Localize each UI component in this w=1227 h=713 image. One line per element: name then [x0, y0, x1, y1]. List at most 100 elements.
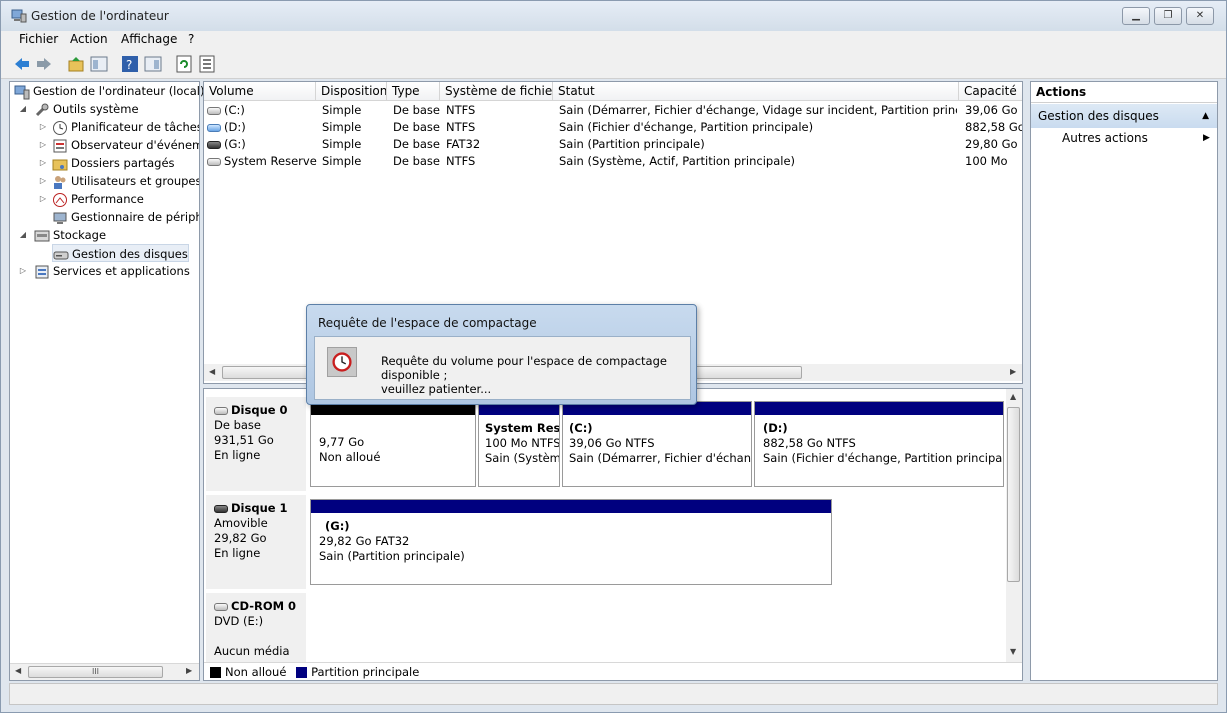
expand-triangle-icon[interactable]: ▷ [38, 158, 48, 168]
properties-icon[interactable] [198, 55, 216, 73]
menu-help[interactable]: ? [188, 32, 194, 46]
partition-system-reserved[interactable]: System Rese 100 Mo NTFS Sain (Systèm [478, 401, 560, 487]
cell-status: Sain (Fichier d'échange, Partition princ… [559, 120, 814, 134]
disk-map-scroll-thumb[interactable] [1007, 407, 1020, 582]
show-hide-action-pane-icon[interactable] [144, 55, 162, 73]
up-folder-icon[interactable] [67, 55, 85, 73]
tree-item-device-manager[interactable]: Gestionnaire de périphé [52, 208, 199, 226]
tree-scroll-thumb[interactable]: III [28, 666, 163, 678]
toolbar: ? [1, 49, 1226, 79]
tree-label: Performance [71, 192, 144, 206]
expand-triangle-icon[interactable]: ▷ [38, 122, 48, 132]
expand-triangle-icon[interactable]: ▷ [38, 194, 48, 204]
scroll-right-arrow-icon[interactable]: ▶ [1010, 367, 1016, 376]
tree-item-task-scheduler[interactable]: Planificateur de tâches [52, 118, 199, 136]
column-volume[interactable]: Volume [204, 82, 316, 101]
scroll-left-arrow-icon[interactable]: ◀ [15, 666, 21, 675]
minimize-button[interactable]: ▁ [1122, 7, 1150, 25]
scroll-down-arrow-icon[interactable]: ▼ [1010, 647, 1016, 656]
volume-name: (C:) [224, 103, 245, 117]
menu-fichier[interactable]: Fichier [19, 32, 58, 46]
scroll-up-arrow-icon[interactable]: ▲ [1010, 392, 1016, 401]
partition-status: Sain (Fichier d'échange, Partition princ… [763, 451, 1003, 465]
cdrom-0-label[interactable]: CD-ROM 0 DVD (E:) Aucun média [206, 593, 306, 662]
menu-action[interactable]: Action [70, 32, 108, 46]
services-icon [35, 265, 49, 278]
dialog-body: Requête du volume pour l'espace de compa… [314, 336, 691, 400]
tree-item-services-applications[interactable]: Services et applications [34, 262, 190, 280]
legend-label: Non alloué [225, 665, 287, 679]
column-filesystem[interactable]: Système de fichiers [440, 82, 553, 101]
section-label: Gestion des disques [1038, 109, 1159, 123]
expand-triangle-icon[interactable]: ▷ [18, 266, 28, 276]
column-type[interactable]: Type [387, 82, 440, 101]
removable-disk-icon [214, 504, 228, 513]
tree-item-event-viewer[interactable]: Observateur d'événeme [52, 136, 199, 154]
disk-1-label[interactable]: Disque 1 Amovible 29,82 Go En ligne [206, 495, 306, 589]
tree-label: Services et applications [53, 264, 190, 278]
tree-item-storage[interactable]: Stockage [34, 226, 106, 244]
cell-status: Sain (Système, Actif, Partition principa… [559, 154, 796, 168]
column-status[interactable]: Statut [553, 82, 959, 101]
partition-unallocated[interactable]: 9,77 Go Non alloué [310, 401, 476, 487]
help-icon[interactable]: ? [121, 55, 139, 73]
menu-affichage[interactable]: Affichage [121, 32, 177, 46]
cell-status: Sain (Démarrer, Fichier d'échange, Vidag… [559, 103, 957, 117]
forward-arrow-icon[interactable] [35, 55, 53, 73]
actions-section-disk-management[interactable]: Gestion des disques ▲ [1031, 104, 1217, 128]
collapse-triangle-icon[interactable]: ◢ [18, 104, 28, 114]
tree-item-shared-folders[interactable]: Dossiers partagés [52, 154, 199, 172]
disk-type: De base [214, 418, 261, 432]
disk-0-label[interactable]: Disque 0 De base 931,51 Go En ligne [206, 397, 306, 491]
partition-c[interactable]: (C:) 39,06 Go NTFS Sain (Démarrer, Fichi… [562, 401, 752, 487]
expand-triangle-icon[interactable]: ▷ [38, 140, 48, 150]
console-tree: Gestion de l'ordinateur (local) ◢ Outils… [9, 81, 204, 681]
refresh-icon[interactable] [175, 55, 193, 73]
performance-icon [53, 192, 67, 207]
tree-item-system-tools[interactable]: Outils système [34, 100, 139, 118]
tree-label: Gestion des disques [72, 247, 188, 261]
computer-management-icon [11, 9, 27, 23]
partition-text: (G:) 29,82 Go FAT32 Sain (Partition prin… [319, 519, 465, 564]
cell-filesystem: NTFS [446, 154, 476, 168]
scroll-right-arrow-icon[interactable]: ▶ [186, 666, 192, 675]
tree-item-users-groups[interactable]: Utilisateurs et groupes l [52, 172, 199, 190]
column-disposition[interactable]: Disposition [316, 82, 387, 101]
tree-label: Gestion de l'ordinateur (local) [33, 84, 205, 98]
column-capacity[interactable]: Capacité [959, 82, 1022, 101]
partition-status: Sain (Démarrer, Fichier d'échange [569, 451, 751, 465]
back-arrow-icon[interactable] [13, 55, 31, 73]
submenu-arrow-icon[interactable]: ▶ [1203, 133, 1210, 143]
partition-d[interactable]: (D:) 882,58 Go NTFS Sain (Fichier d'écha… [754, 401, 1004, 487]
cell-filesystem: NTFS [446, 120, 476, 134]
disk-type: DVD (E:) [214, 614, 264, 628]
drive-icon [207, 106, 221, 115]
cell-disposition: Simple [322, 103, 362, 117]
disk-size: 29,82 Go [214, 531, 267, 545]
tree-item-computer-management[interactable]: Gestion de l'ordinateur (local) [14, 82, 204, 100]
show-hide-tree-icon[interactable] [90, 55, 108, 73]
actions-pane: Actions Gestion des disques ▲ Autres act… [1030, 81, 1218, 681]
partition-g[interactable]: (G:) 29,82 Go FAT32 Sain (Partition prin… [310, 499, 832, 585]
legend-swatch-primary [296, 667, 308, 678]
legend-swatch-unallocated [210, 667, 221, 678]
status-bar [9, 683, 1218, 705]
tree-item-performance[interactable]: Performance [52, 190, 199, 208]
cell-capacity: 29,80 Go [965, 137, 1018, 151]
cell-type: De base [393, 154, 440, 168]
tools-icon [35, 103, 49, 116]
disk-map-vertical-scrollbar[interactable]: ▲ ▼ [1006, 389, 1022, 662]
primary-partition-band [311, 500, 831, 513]
tree-horizontal-scrollbar[interactable]: ◀ III ▶ [10, 663, 199, 680]
close-button[interactable]: ✕ [1186, 7, 1214, 25]
tree-item-disk-management[interactable]: Gestion des disques [52, 244, 189, 262]
collapse-triangle-icon[interactable]: ◢ [18, 230, 28, 240]
primary-partition-band [755, 402, 1003, 415]
other-actions-item[interactable]: Autres actions [1062, 131, 1148, 145]
restore-button[interactable]: ❐ [1154, 7, 1182, 25]
scroll-left-arrow-icon[interactable]: ◀ [209, 367, 215, 376]
actions-title: Actions [1031, 82, 1217, 103]
collapse-up-icon[interactable]: ▲ [1202, 104, 1209, 128]
expand-triangle-icon[interactable]: ▷ [38, 176, 48, 186]
svg-text:?: ? [126, 58, 132, 72]
